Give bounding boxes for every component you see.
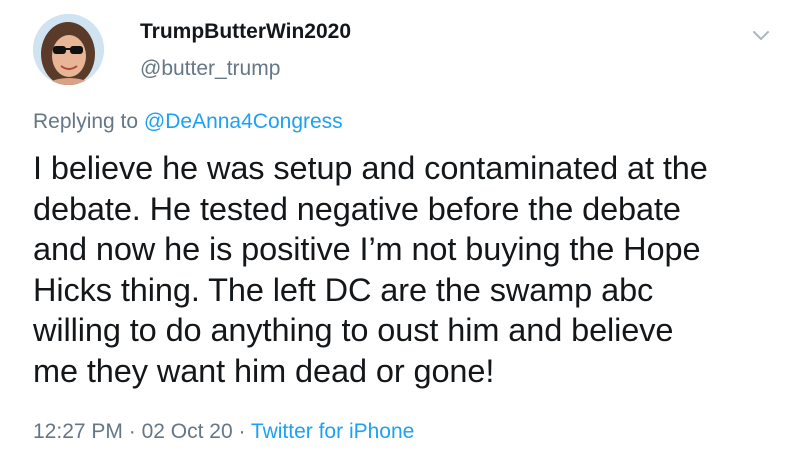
author-display-name[interactable]: TrumpButterWin2020 xyxy=(140,20,351,44)
author-handle[interactable]: @butter_trump xyxy=(140,57,280,81)
tweet-card: TrumpButterWin2020 @butter_trump Replyin… xyxy=(0,0,800,462)
replying-to-line: Replying to @DeAnna4Congress xyxy=(33,110,343,134)
tweet-time[interactable]: 12:27 PM xyxy=(33,420,123,443)
meta-separator: · xyxy=(122,420,142,443)
meta-separator: · xyxy=(232,420,251,443)
tweet-source-link[interactable]: Twitter for iPhone xyxy=(251,420,414,443)
tweet-text: I believe he was setup and contaminated … xyxy=(33,150,708,389)
reply-mention-link[interactable]: @DeAnna4Congress xyxy=(144,110,343,133)
avatar[interactable] xyxy=(33,14,104,85)
tweet-date[interactable]: 02 Oct 20 xyxy=(142,420,233,443)
chevron-down-icon[interactable] xyxy=(748,22,774,48)
replying-to-label: Replying to xyxy=(33,110,144,133)
tweet-meta: 12:27 PM · 02 Oct 20 · Twitter for iPhon… xyxy=(33,420,414,444)
